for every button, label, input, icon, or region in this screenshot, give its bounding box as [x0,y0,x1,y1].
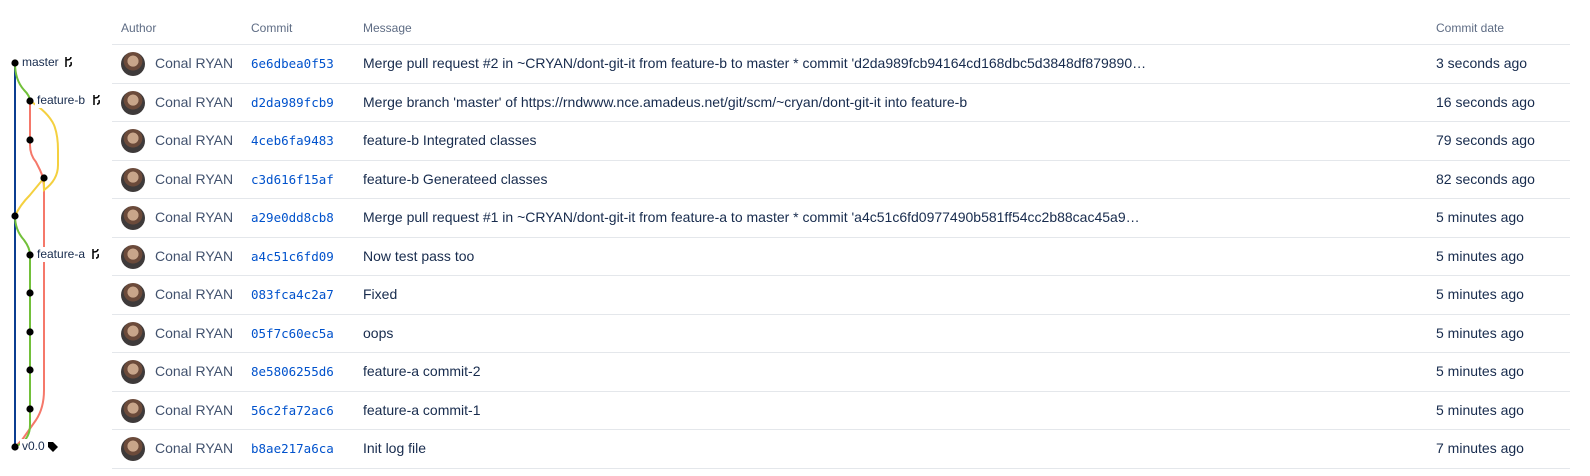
table-header: Author Commit Message Commit date [112,0,1570,45]
table-row[interactable]: Conal RYAN 8e5806255d6 feature-a commit-2 5… [112,353,1570,392]
commit-date: 5 minutes ago [1436,286,1524,302]
commit-hash-link[interactable]: 4ceb6fa9483 [251,122,334,159]
commit-date: 5 minutes ago [1436,324,1524,341]
avatar[interactable] [121,437,145,461]
table-row[interactable]: Conal RYAN 6e6dbea0f53 Merge pull request … [112,45,1570,84]
commit-dot [26,366,34,374]
avatar[interactable] [121,244,145,269]
table-row[interactable]: Conal RYAN 05f7c60ec5a oops 5 minutes ago [112,315,1570,353]
commit-message: Init log file [363,440,427,456]
table-row[interactable]: Conal RYAN a4c51c6fd09 Now test pass too 5 … [112,238,1570,276]
commit-dot [11,212,19,220]
branch-label-master[interactable]: master [22,55,59,69]
avatar[interactable] [121,167,145,192]
commit-date: 5 minutes ago [1436,363,1524,379]
table-row[interactable]: Conal RYAN 4ceb6fa9483 feature-b Integrate… [112,122,1570,161]
commit-date: 79 seconds ago [1436,132,1535,148]
author-name: Conal RYAN [155,286,234,302]
table-row[interactable]: Conal RYAN 56c2fa72ac6 feature-a commit-1 5… [112,392,1570,430]
commit-message: Now test pass too [363,247,475,264]
column-header-commit: Commit [251,21,293,35]
commit-date: 7 minutes ago [1436,440,1524,456]
commit-message: Merge pull request #2 in ~CRYAN/dont-git… [363,55,1147,71]
commit-hash-link[interactable]: b8ae217a6ca [251,430,334,467]
commit-dot [26,136,34,144]
commit-date: 16 seconds ago [1436,93,1535,110]
avatar[interactable] [121,52,145,76]
table-row[interactable]: Conal RYAN c3d616f15af feature-b Generatee… [112,161,1570,199]
commit-hash-link[interactable]: a4c51c6fd09 [251,238,334,275]
commit-dot [26,97,34,105]
commit-dot [40,174,48,182]
tag-label-v0-0[interactable]: v0.0 [22,439,45,453]
table-row[interactable]: Conal RYAN a29e0dd8cb8 Merge pull request … [112,199,1570,238]
commit-message: feature-a commit-2 [363,363,481,379]
commit-hash-link[interactable]: d2da989fcb9 [251,84,334,121]
column-header-message: Message [363,21,412,35]
avatar[interactable] [121,283,145,307]
commit-date: 3 seconds ago [1436,55,1528,71]
table-row[interactable]: Conal RYAN b8ae217a6ca Init log file 7 minu… [112,430,1570,469]
commit-message: feature-b Integrated classes [363,132,537,148]
commit-date: 5 minutes ago [1436,247,1524,264]
commit-message: Merge pull request #1 in ~CRYAN/dont-git… [363,209,1140,225]
avatar[interactable] [121,206,145,230]
commit-dot [26,328,34,336]
commit-message: oops [363,324,394,341]
author-name: Conal RYAN [155,324,234,341]
commit-message: feature-a commit-1 [363,401,481,418]
commit-dot [11,443,19,451]
column-header-author: Author [121,21,157,35]
avatar[interactable] [121,129,145,153]
column-header-commit-date: Commit date [1436,21,1505,35]
commit-hash-link[interactable]: 6e6dbea0f53 [251,45,334,82]
commit-dot [26,289,34,297]
avatar[interactable] [121,90,145,115]
author-name: Conal RYAN [155,170,234,187]
author-name: Conal RYAN [155,132,234,148]
commit-hash-link[interactable]: 8e5806255d6 [251,353,334,390]
author-name: Conal RYAN [155,247,234,264]
commit-message: Merge branch 'master' of https://rndwww.… [363,93,968,110]
author-name: Conal RYAN [155,93,234,110]
commit-date: 82 seconds ago [1436,170,1535,187]
avatar[interactable] [121,398,145,423]
avatar[interactable] [121,321,145,346]
commit-hash-link[interactable]: 05f7c60ec5a [251,315,334,352]
commit-hash-link[interactable]: 083fca4c2a7 [251,276,334,313]
branch-label-feature-a[interactable]: feature-a [37,247,85,261]
avatar[interactable] [121,360,145,384]
commit-hash-link[interactable]: a29e0dd8cb8 [251,199,334,236]
table-row[interactable]: Conal RYAN d2da989fcb9 Merge branch 'maste… [112,84,1570,122]
feature-b-branch-line [14,100,59,217]
commit-message: feature-b Generateed classes [363,170,548,187]
author-name: Conal RYAN [155,401,234,418]
table-row[interactable]: Conal RYAN 083fca4c2a7 Fixed 5 minutes ago [112,276,1570,315]
commit-hash-link[interactable]: c3d616f15af [251,161,334,198]
commit-dot [26,405,34,413]
commit-hash-link[interactable]: 56c2fa72ac6 [251,392,334,429]
commits-table: Author Commit Message Commit date Conal … [112,0,1570,469]
commit-dot [11,59,19,67]
commit-graph: master feature-b feature-a v0.0 [11,55,103,454]
commit-message: Fixed [363,286,398,302]
commit-date: 5 minutes ago [1436,209,1524,225]
author-name: Conal RYAN [155,209,234,225]
author-name: Conal RYAN [155,440,234,456]
commit-date: 5 minutes ago [1436,401,1524,418]
commit-dot [26,251,34,259]
author-name: Conal RYAN [155,363,234,379]
author-name: Conal RYAN [155,55,234,71]
branch-label-feature-b[interactable]: feature-b [37,93,85,107]
